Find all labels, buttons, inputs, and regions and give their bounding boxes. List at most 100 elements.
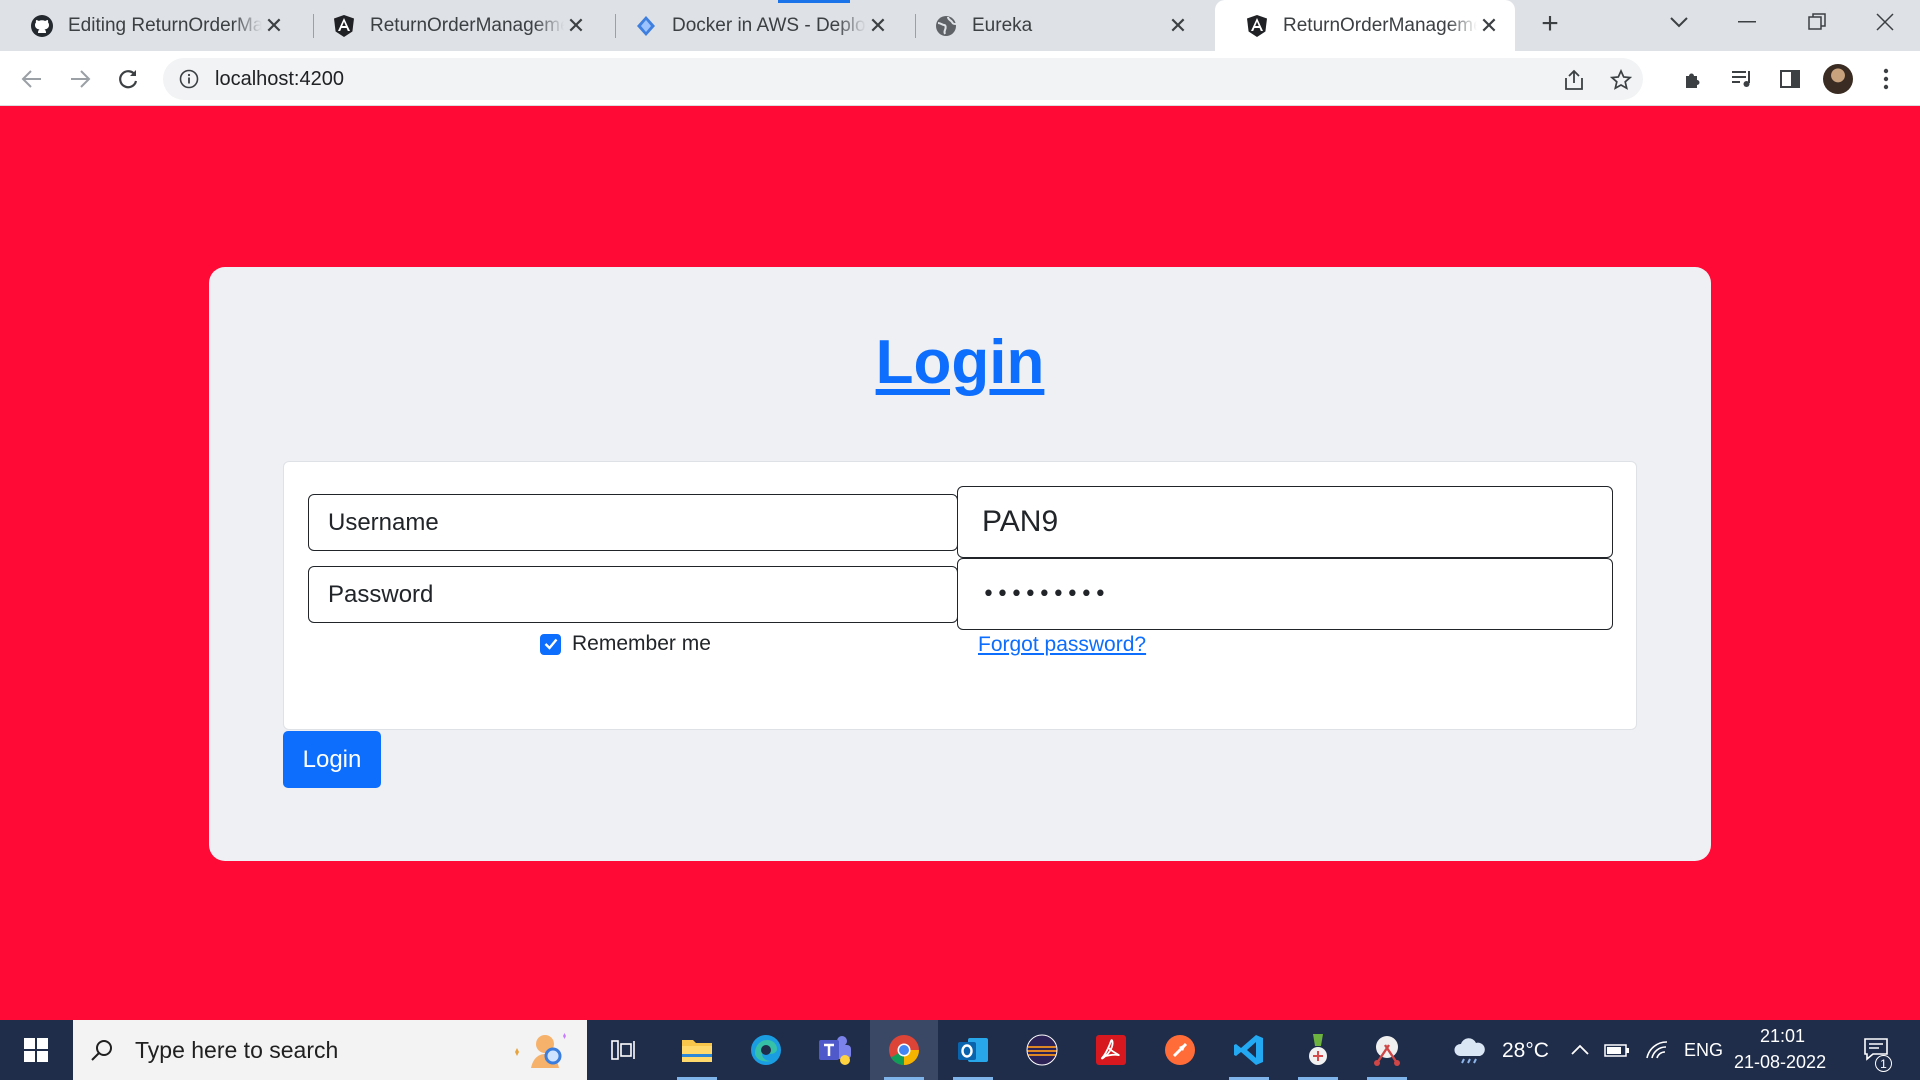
arrow-right-icon: [71, 70, 91, 88]
browser-toolbar: localhost:4200: [0, 51, 1920, 106]
tab-returnordermanagement[interactable]: ReturnOrderManagement ✕: [302, 0, 602, 51]
search-placeholder: Type here to search: [135, 1036, 339, 1063]
tab-eureka[interactable]: Eureka ✕: [904, 0, 1204, 51]
media-control-icon[interactable]: [1726, 63, 1758, 95]
new-tab-button[interactable]: +: [1534, 7, 1566, 40]
password-label: Password: [308, 566, 958, 623]
bookmark-star-icon[interactable]: [1608, 67, 1634, 93]
vscode-icon: [1234, 1035, 1263, 1065]
restore-icon: [1808, 13, 1826, 30]
remember-me-checkbox[interactable]: [540, 633, 561, 655]
eclipse-button[interactable]: [1008, 1020, 1076, 1080]
chevron-up-icon: [1571, 1044, 1589, 1055]
reload-icon: [119, 70, 138, 89]
acrobat-icon: [1096, 1035, 1126, 1065]
url-text: localhost:4200: [215, 67, 344, 90]
address-bar[interactable]: localhost:4200: [163, 58, 1643, 100]
windows-logo-icon: [24, 1038, 48, 1062]
tab-title: ReturnOrderManagement: [370, 14, 564, 36]
wifi-button[interactable]: [1642, 1020, 1672, 1080]
cloud-rain-icon: [1454, 1038, 1485, 1064]
battery-button[interactable]: [1602, 1020, 1632, 1080]
postman-button[interactable]: [1146, 1020, 1214, 1080]
folder-icon: [682, 1040, 712, 1062]
tab-returnordermanagement-active[interactable]: ReturnOrderManagement ✕: [1215, 0, 1515, 51]
snipping-tool-button[interactable]: [1353, 1020, 1421, 1080]
start-button[interactable]: [0, 1020, 72, 1080]
tab-close-icon[interactable]: ✕: [564, 13, 588, 38]
task-view-button[interactable]: [590, 1020, 658, 1080]
tab-docker-in-aws[interactable]: Docker in AWS - Deploy Java ✕: [604, 0, 904, 51]
edge-button[interactable]: [732, 1020, 800, 1080]
snipping-tool-icon: [1374, 1036, 1400, 1066]
close-icon: [1876, 13, 1894, 31]
share-icon[interactable]: [1561, 67, 1587, 93]
clock-time[interactable]: 21:01: [1760, 1026, 1805, 1047]
arrow-left-icon: [21, 70, 41, 88]
taskbar-search-box[interactable]: Type here to search: [73, 1020, 587, 1080]
extensions-icon[interactable]: [1678, 63, 1710, 95]
minimize-icon: [1738, 21, 1756, 23]
spring-tool-suite-button[interactable]: [1284, 1020, 1352, 1080]
tab-close-icon[interactable]: ✕: [1477, 13, 1501, 38]
notification-count: 1: [1875, 1055, 1892, 1072]
globe-icon: [934, 14, 958, 38]
docker-aws-icon: [634, 14, 658, 38]
weather-temperature[interactable]: 28°C: [1502, 1039, 1549, 1063]
username-input[interactable]: [982, 505, 1612, 539]
username-label: Username: [308, 494, 958, 551]
tab-title: Eureka: [972, 14, 1033, 36]
search-icon: [87, 1035, 117, 1065]
page-title[interactable]: Login: [209, 327, 1711, 398]
tab-close-icon[interactable]: ✕: [262, 13, 286, 38]
login-form: Username Password Remember me Forgot pas…: [283, 461, 1637, 730]
search-highlight-icon: [515, 1033, 566, 1068]
windows-taskbar: Type here to search 28°C ENG 21:01 21-08…: [0, 1020, 1920, 1080]
outlook-button[interactable]: [939, 1020, 1007, 1080]
forgot-password-link[interactable]: Forgot password?: [978, 633, 1146, 657]
battery-icon: [1604, 1044, 1629, 1057]
avatar: [1823, 64, 1853, 94]
tab-search-button[interactable]: [1644, 0, 1714, 44]
tab-title: Docker in AWS - Deploy Java: [672, 14, 866, 36]
sts-icon: [1309, 1034, 1327, 1065]
notification-center-button[interactable]: 1: [1852, 1020, 1902, 1080]
info-icon[interactable]: [177, 67, 201, 91]
username-field[interactable]: [957, 486, 1613, 558]
restore-button[interactable]: [1782, 0, 1852, 44]
login-card: Login Username Password Remember me Forg…: [209, 267, 1711, 861]
password-input[interactable]: [982, 581, 1612, 607]
profile-avatar[interactable]: [1822, 63, 1854, 95]
show-hidden-icons-button[interactable]: [1568, 1020, 1592, 1080]
edge-icon: [751, 1035, 781, 1065]
password-field[interactable]: [957, 558, 1613, 630]
wifi-icon: [1646, 1041, 1668, 1059]
login-button[interactable]: Login: [283, 731, 381, 788]
tab-close-icon[interactable]: ✕: [866, 13, 890, 38]
menu-icon[interactable]: [1870, 63, 1902, 95]
chrome-button[interactable]: [870, 1020, 938, 1080]
tab-close-icon[interactable]: ✕: [1166, 13, 1190, 38]
teams-icon: [819, 1036, 851, 1065]
side-panel-icon[interactable]: [1774, 63, 1806, 95]
back-button[interactable]: [16, 63, 48, 95]
vscode-button[interactable]: [1215, 1020, 1283, 1080]
eclipse-icon: [1026, 1034, 1058, 1066]
angular-icon: [1245, 14, 1269, 38]
tab-editing-returnordermanagement[interactable]: Editing ReturnOrderManagement ✕: [0, 0, 300, 51]
task-view-icon: [611, 1040, 635, 1060]
clock-date[interactable]: 21-08-2022: [1734, 1052, 1826, 1073]
reload-button[interactable]: [112, 63, 144, 95]
remember-me-label[interactable]: Remember me: [572, 632, 711, 656]
github-icon: [30, 14, 54, 38]
remember-me[interactable]: Remember me: [540, 632, 711, 656]
acrobat-button[interactable]: [1077, 1020, 1145, 1080]
language-indicator[interactable]: ENG: [1684, 1040, 1723, 1061]
close-window-button[interactable]: [1850, 0, 1920, 44]
weather-button[interactable]: [1450, 1020, 1490, 1080]
file-explorer-button[interactable]: [663, 1020, 731, 1080]
forward-button[interactable]: [64, 63, 96, 95]
minimize-button[interactable]: [1712, 0, 1782, 44]
teams-button[interactable]: [801, 1020, 869, 1080]
checkmark-icon: [544, 638, 557, 650]
